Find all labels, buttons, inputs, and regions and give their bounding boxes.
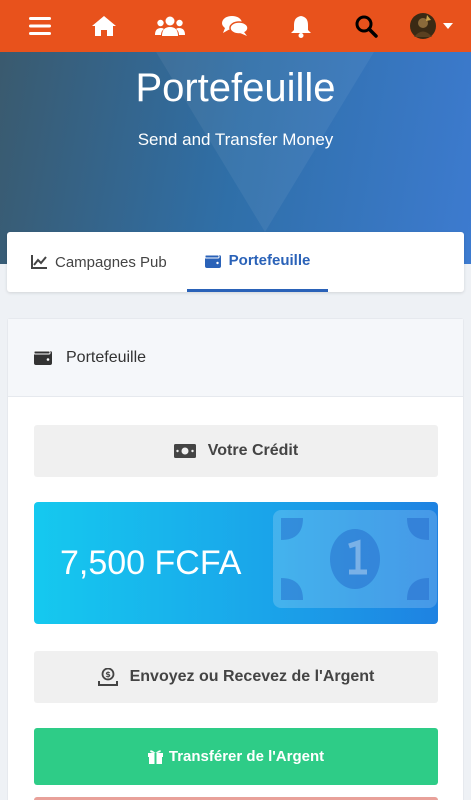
page-title: Portefeuille: [135, 66, 336, 110]
chevron-down-icon: [443, 23, 453, 29]
tab-portefeuille[interactable]: Portefeuille: [187, 232, 328, 292]
tab-label: Campagnes Pub: [55, 253, 167, 271]
chat-icon: [222, 16, 249, 36]
users-icon: [155, 16, 185, 36]
money-hand-icon: $: [97, 668, 118, 686]
tabs-card: Campagnes Pub Portefeuille: [7, 232, 464, 292]
wallet-icon: [204, 254, 221, 268]
wallet-panel-header: Portefeuille: [8, 319, 463, 397]
balance-amount: 7,500 FCFA: [60, 543, 242, 582]
notifications-button[interactable]: [281, 8, 321, 44]
top-nav-bar: [0, 0, 471, 52]
credit-label: Votre Crédit: [207, 442, 299, 459]
menu-icon: [29, 17, 51, 35]
tab-campagnes-pub[interactable]: Campagnes Pub: [31, 232, 167, 292]
page-subtitle: Send and Transfer Money: [137, 130, 334, 149]
transfer-button-label: Transférer de l'Argent: [168, 748, 325, 765]
profile-menu-button[interactable]: [404, 8, 458, 44]
credit-section-header: Votre Crédit: [34, 425, 438, 477]
svg-text:$: $: [105, 670, 111, 679]
money-bill-icon: [173, 444, 196, 458]
friends-button[interactable]: [150, 8, 190, 44]
tab-label: Portefeuille: [228, 252, 311, 269]
money-bill-icon: [273, 510, 437, 608]
search-button[interactable]: [346, 8, 386, 44]
transfer-money-button[interactable]: Transférer de l'Argent: [34, 728, 438, 785]
home-button[interactable]: [84, 8, 124, 44]
search-icon: [355, 15, 378, 38]
line-chart-icon: [31, 255, 47, 269]
bell-icon: [291, 16, 311, 38]
wallet-panel: Portefeuille Votre Crédit 7,500 FCFA $ E: [7, 318, 464, 800]
home-icon: [92, 16, 116, 36]
balance-card: 7,500 FCFA: [34, 502, 438, 624]
messages-button[interactable]: [215, 8, 255, 44]
menu-button[interactable]: [20, 8, 60, 44]
send-receive-section-header: $ Envoyez ou Recevez de l'Argent: [34, 651, 438, 703]
send-receive-label: Envoyez ou Recevez de l'Argent: [129, 668, 375, 685]
avatar: [410, 13, 436, 39]
wallet-icon: [34, 350, 52, 365]
wallet-panel-title: Portefeuille: [66, 348, 147, 366]
gift-icon: [147, 750, 163, 764]
